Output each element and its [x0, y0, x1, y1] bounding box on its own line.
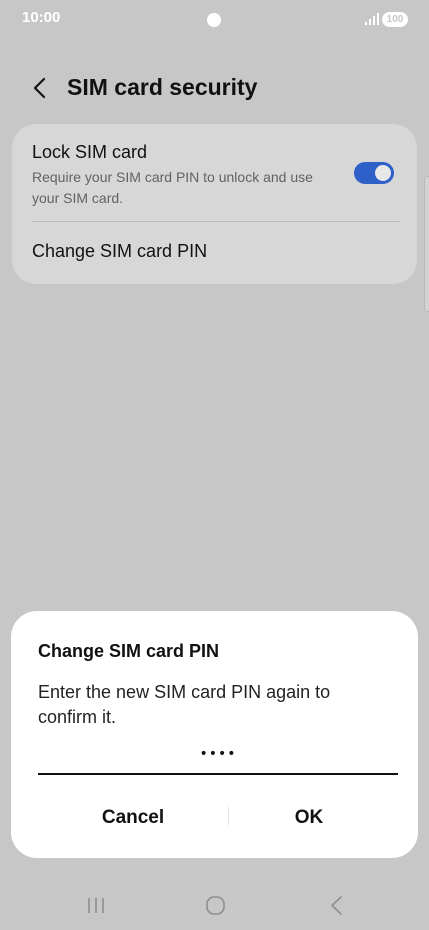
change-pin-dialog: Change SIM card PIN Enter the new SIM ca… — [11, 611, 418, 858]
toggle-knob — [375, 165, 391, 181]
chevron-left-icon — [33, 77, 46, 99]
camera-dot — [207, 13, 221, 27]
lock-sim-description: Require your SIM card PIN to unlock and … — [32, 169, 313, 206]
edge-panel-handle[interactable] — [424, 176, 429, 312]
pin-input[interactable]: •••• — [38, 741, 398, 775]
change-pin-label: Change SIM card PIN — [32, 241, 208, 261]
lock-sim-toggle[interactable] — [354, 162, 394, 184]
recent-apps-button[interactable] — [76, 890, 116, 920]
ok-button[interactable]: OK — [209, 797, 409, 837]
home-icon — [206, 896, 225, 915]
back-button[interactable] — [26, 74, 54, 102]
cancel-button[interactable]: Cancel — [33, 797, 233, 837]
dialog-buttons: Cancel OK — [11, 797, 418, 837]
header: SIM card security — [0, 68, 429, 108]
status-bar: 10:00 100 — [0, 0, 429, 40]
recent-apps-icon — [88, 898, 104, 913]
lock-sim-row[interactable]: Lock SIM card Require your SIM card PIN … — [12, 124, 417, 221]
dialog-title: Change SIM card PIN — [38, 641, 220, 661]
settings-card: Lock SIM card Require your SIM card PIN … — [12, 124, 417, 284]
navigation-bar — [0, 880, 429, 930]
status-time: 10:00 — [22, 9, 61, 26]
dialog-message: Enter the new SIM card PIN again to conf… — [38, 682, 331, 727]
page-title: SIM card security — [67, 74, 258, 100]
back-icon — [331, 896, 342, 915]
nav-back-button[interactable] — [316, 890, 356, 920]
battery-icon: 100 — [382, 12, 408, 27]
signal-icon — [365, 13, 379, 25]
change-pin-row[interactable]: Change SIM card PIN — [12, 222, 417, 284]
home-button[interactable] — [195, 890, 235, 920]
lock-sim-title: Lock SIM card — [32, 142, 148, 162]
